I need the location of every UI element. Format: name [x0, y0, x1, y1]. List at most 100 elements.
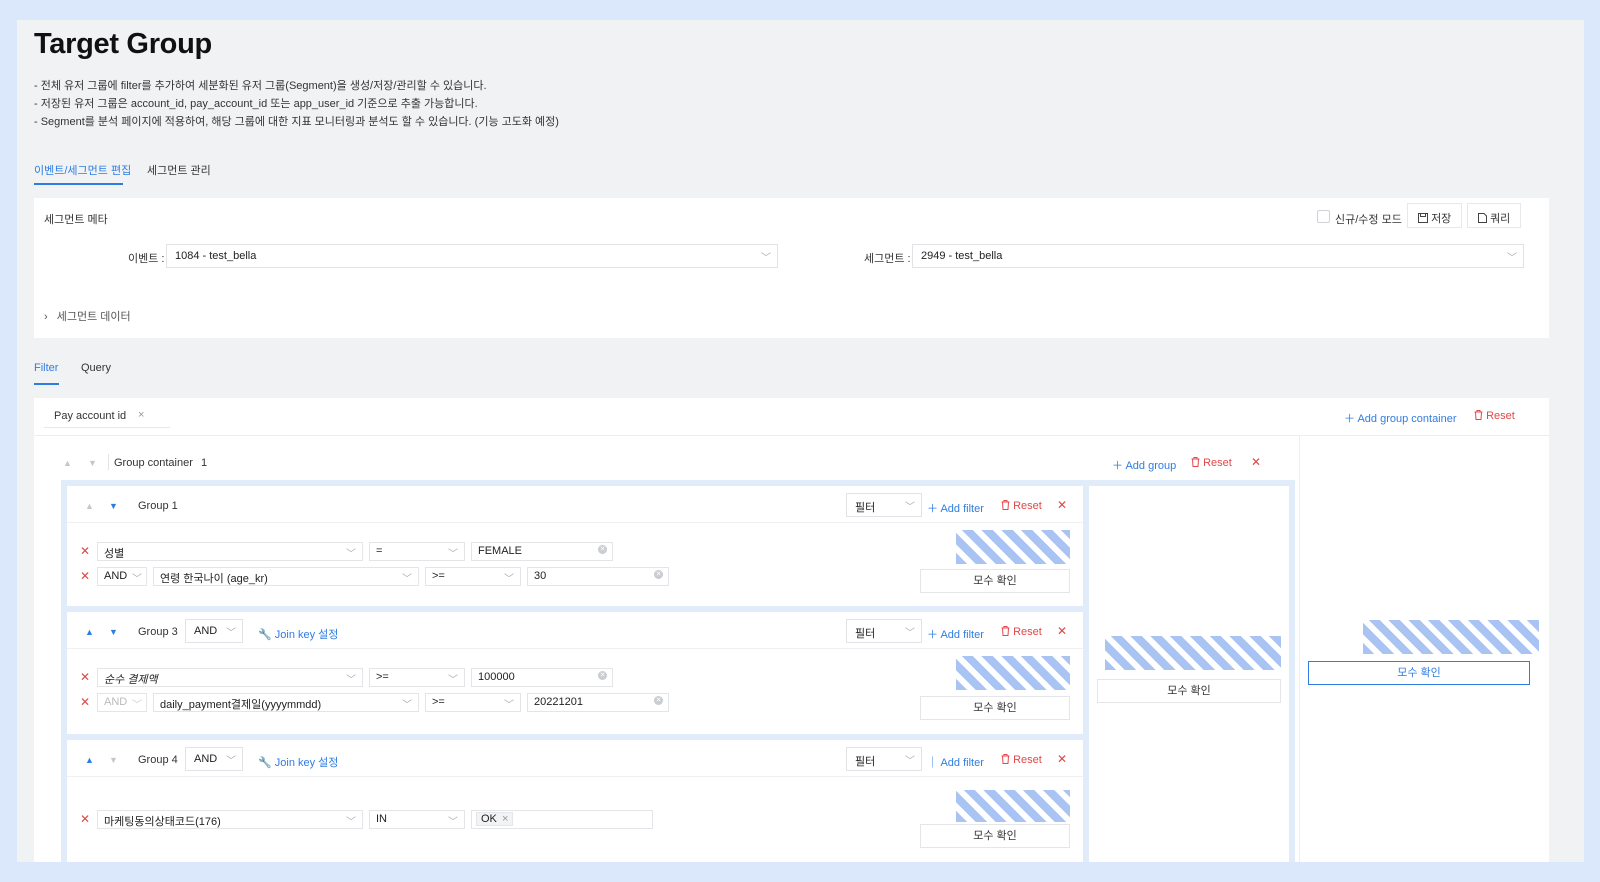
count-check-button[interactable]: 모수 확인 — [920, 569, 1070, 593]
add-filter-button[interactable]: ｜ Add filter — [927, 754, 984, 770]
remove-filter-icon[interactable]: ✕ — [80, 670, 90, 684]
close-icon[interactable]: ✕ — [1251, 455, 1261, 469]
reset-all-label: Reset — [1486, 410, 1515, 422]
clear-icon[interactable]: ✕ — [598, 671, 607, 680]
join-key-button[interactable]: 🔧 Join key 설정 — [258, 754, 338, 770]
chevron-down-icon: ﹀ — [402, 700, 412, 711]
add-filter-button[interactable]: ＋ Add filter — [927, 626, 984, 642]
filter-field-select[interactable]: 성별 ﹀ — [97, 542, 363, 561]
filter-operator-select[interactable]: >= ﹀ — [425, 693, 521, 712]
remove-filter-icon[interactable]: ✕ — [80, 544, 90, 558]
close-icon[interactable]: ✕ — [1057, 624, 1067, 638]
filter-value-input[interactable]: FEMALE ✕ — [471, 542, 613, 561]
clear-icon[interactable]: ✕ — [598, 545, 607, 554]
tab-segment-manage[interactable]: 세그먼트 관리 — [147, 162, 211, 178]
clear-icon[interactable]: ✕ — [654, 570, 663, 579]
filter-field-value: 성별 — [104, 548, 125, 560]
filter-value: 100000 — [478, 671, 515, 683]
filter-value-input[interactable]: 100000 ✕ — [471, 668, 613, 687]
new-edit-mode-checkbox[interactable] — [1317, 210, 1330, 223]
move-up-arrow-icon[interactable]: ▲ — [85, 627, 94, 637]
container-count-check-button[interactable]: 모수 확인 — [1097, 679, 1281, 703]
filter-field-select[interactable]: 연령 한국나이 (age_kr) ﹀ — [153, 567, 419, 586]
filter-value-input[interactable]: 20221201 ✕ — [527, 693, 669, 712]
group-reset-button[interactable]: Reset — [1001, 626, 1042, 638]
tab-query[interactable]: Query — [81, 362, 111, 374]
filter-field-select[interactable]: daily_payment결제일(yyyymmdd) ﹀ — [153, 693, 419, 712]
count-loading-placeholder — [1105, 636, 1281, 670]
add-filter-button[interactable]: ＋ Add filter — [927, 500, 984, 516]
filter-conjunction-select[interactable]: AND ﹀ — [97, 693, 147, 712]
event-select[interactable]: 1084 - test_bella ﹀ — [166, 244, 778, 268]
group-conjunction-select[interactable]: AND ﹀ — [185, 619, 243, 643]
filter-value-tags[interactable]: OK × — [471, 810, 653, 829]
move-down-arrow-icon[interactable]: ▼ — [109, 755, 118, 765]
filter-operator-select[interactable]: = ﹀ — [369, 542, 465, 561]
chevron-down-icon: ﹀ — [226, 756, 236, 767]
reset-all-button[interactable]: Reset — [1474, 410, 1515, 422]
group-card: ▲ ▼ Group 3 AND ﹀ 🔧 Join key 설정 필터 ﹀ ＋ A… — [67, 612, 1083, 734]
save-button[interactable]: 저장 — [1407, 203, 1463, 228]
filter-field-select[interactable]: 순수 결제액 ﹀ — [97, 668, 363, 687]
remove-filter-icon[interactable]: ✕ — [80, 695, 90, 709]
group-reset-button[interactable]: Reset — [1001, 500, 1042, 512]
filter-value-input[interactable]: 30 ✕ — [527, 567, 669, 586]
add-group-button[interactable]: ＋ Add group — [1112, 457, 1176, 473]
tab-event-segment-edit[interactable]: 이벤트/세그먼트 편집 — [34, 162, 131, 178]
group-title: Group 1 — [138, 500, 178, 512]
filter-conjunction-select[interactable]: AND ﹀ — [97, 567, 147, 586]
description-line-3: - Segment를 분석 페이지에 적용하여, 해당 그룹에 대한 지표 모니… — [34, 116, 559, 128]
filter-field-select[interactable]: 마케팅동의상태코드(176) ﹀ — [97, 810, 363, 829]
close-icon[interactable]: × — [502, 813, 508, 825]
move-up-arrow-icon[interactable]: ▲ — [85, 501, 94, 511]
chevron-down-icon: ﹀ — [226, 628, 236, 639]
chevron-down-icon: ﹀ — [448, 817, 458, 828]
group-title: Group 4 — [138, 754, 178, 766]
segment-select[interactable]: 2949 - test_bella ﹀ — [912, 244, 1524, 268]
group-type-select[interactable]: 필터 ﹀ — [846, 619, 922, 643]
count-check-button[interactable]: 모수 확인 — [920, 696, 1070, 720]
group-type-value: 필터 — [855, 502, 876, 514]
clear-icon[interactable]: ✕ — [654, 696, 663, 705]
move-down-arrow-icon[interactable]: ▼ — [88, 458, 97, 468]
segment-data-toggle[interactable]: › 세그먼트 데이터 — [44, 308, 131, 324]
segment-meta-panel: 세그먼트 메타 신규/수정 모드 저장 쿼리 이벤트 : 1084 - test… — [34, 198, 1549, 338]
count-check-button[interactable]: 모수 확인 — [920, 824, 1070, 848]
filter-operator-select[interactable]: IN ﹀ — [369, 810, 465, 829]
divider — [67, 522, 1083, 523]
group-title: Group 3 — [138, 626, 178, 638]
query-button[interactable]: 쿼리 — [1467, 203, 1522, 228]
group-card: ▲ ▼ Group 1 필터 ﹀ ＋ Add filter Reset ✕ ✕ … — [67, 486, 1083, 606]
chevron-down-icon: ﹀ — [132, 574, 142, 585]
move-up-arrow-icon[interactable]: ▲ — [63, 458, 72, 468]
target-group-page: Target Group - 전체 유저 그룹에 filter를 추가하여 세분… — [17, 20, 1584, 862]
close-icon[interactable]: ✕ — [1057, 498, 1067, 512]
total-count-check-button[interactable]: 모수 확인 — [1308, 661, 1530, 685]
move-up-arrow-icon[interactable]: ▲ — [85, 755, 94, 765]
group-type-select[interactable]: 필터 ﹀ — [846, 493, 922, 517]
add-group-container-label: Add group container — [1357, 413, 1457, 425]
group-conjunction-select[interactable]: AND ﹀ — [185, 747, 243, 771]
tab-filter[interactable]: Filter — [34, 362, 58, 374]
add-filter-label: Add filter — [940, 629, 984, 641]
remove-filter-icon[interactable]: ✕ — [80, 812, 90, 826]
filter-panel: Pay account id × ＋ Add group container R… — [34, 398, 1549, 862]
filter-operator-select[interactable]: >= ﹀ — [369, 668, 465, 687]
container-reset-button[interactable]: Reset — [1191, 457, 1232, 469]
chevron-down-icon: ﹀ — [905, 756, 915, 767]
tab-active-indicator — [34, 183, 123, 185]
add-group-container-button[interactable]: ＋ Add group container — [1344, 410, 1457, 426]
group-reset-button[interactable]: Reset — [1001, 754, 1042, 766]
move-down-arrow-icon[interactable]: ▼ — [109, 501, 118, 511]
join-key-button[interactable]: 🔧 Join key 설정 — [258, 626, 338, 642]
count-loading-placeholder — [956, 656, 1070, 690]
new-edit-mode-label: 신규/수정 모드 — [1335, 214, 1402, 226]
close-icon[interactable]: × — [138, 409, 144, 421]
group-type-select[interactable]: 필터 ﹀ — [846, 747, 922, 771]
filter-operator-select[interactable]: >= ﹀ — [425, 567, 521, 586]
remove-filter-icon[interactable]: ✕ — [80, 569, 90, 583]
filter-operator-value: >= — [376, 671, 389, 683]
move-down-arrow-icon[interactable]: ▼ — [109, 627, 118, 637]
close-icon[interactable]: ✕ — [1057, 752, 1067, 766]
chevron-down-icon: ﹀ — [761, 253, 771, 264]
